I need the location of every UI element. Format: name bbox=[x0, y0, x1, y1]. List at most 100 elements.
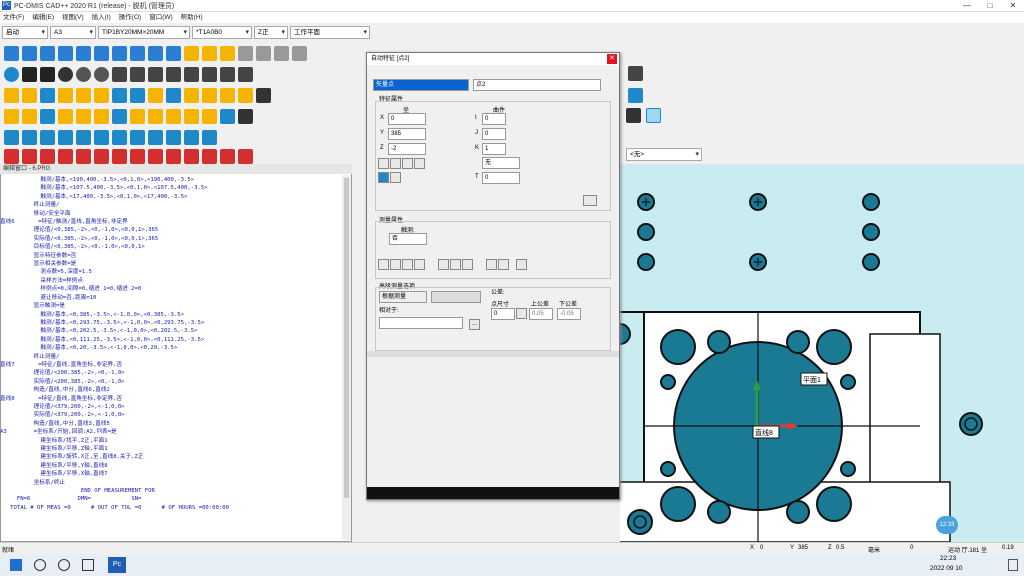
auto-notch-icon[interactable] bbox=[202, 108, 217, 124]
close-button[interactable]: ✕ bbox=[1002, 0, 1024, 12]
angle-point-icon[interactable] bbox=[220, 87, 235, 103]
code-line[interactable]: 构造/直线,中分,直线3,直线5 bbox=[0, 420, 342, 428]
construct-slot-icon[interactable] bbox=[112, 129, 127, 145]
pcdmis-taskbar-icon[interactable]: Pc bbox=[108, 557, 126, 573]
measure-opt-3-icon[interactable] bbox=[402, 259, 413, 270]
menu-view[interactable]: 视图(V) bbox=[62, 12, 84, 23]
code-line[interactable]: 理论值/<200,385,-2>,<0,-1,0> bbox=[0, 369, 342, 377]
code-line[interactable]: 建坐标系/平移,Z轴,平面1 bbox=[0, 445, 342, 453]
circle-icon[interactable] bbox=[58, 87, 73, 103]
feature-id-field[interactable]: 点2 bbox=[473, 79, 601, 91]
auto-line-icon[interactable] bbox=[22, 108, 37, 124]
code-line[interactable]: 终止测量/ bbox=[0, 201, 342, 209]
dimension-profile-icon[interactable] bbox=[202, 148, 217, 164]
execute-icon[interactable] bbox=[4, 66, 19, 82]
grid-icon[interactable] bbox=[166, 66, 181, 82]
cylinder-feature-icon[interactable] bbox=[94, 87, 109, 103]
dimension-straightness-icon[interactable] bbox=[148, 148, 163, 164]
code-line[interactable]: 建坐标系/平移,Y轴,直线8 bbox=[0, 462, 342, 470]
auto-circle-icon[interactable] bbox=[58, 108, 73, 124]
menu-help[interactable]: 帮助(H) bbox=[181, 12, 203, 23]
j-field[interactable]: 0 bbox=[482, 128, 506, 140]
feature-type-combo[interactable]: 矢量点 bbox=[373, 79, 469, 91]
next-icon[interactable] bbox=[94, 66, 109, 82]
code-line[interactable]: 构造/直线,中分,直线6,直线2 bbox=[0, 386, 342, 394]
code-line[interactable]: 触测/基本,<0,293.75,-3.5>,<-1,0,0>,<0,293.75… bbox=[0, 319, 342, 327]
probe-icon[interactable] bbox=[166, 45, 181, 61]
record-icon[interactable] bbox=[58, 66, 73, 82]
construct-cylinder-icon[interactable] bbox=[148, 129, 163, 145]
line-icon[interactable] bbox=[22, 87, 37, 103]
construct-plane-icon[interactable] bbox=[58, 129, 73, 145]
code-line[interactable]: 实际值/<0,385,-2>,<0,-1,0>,<0,0,1>,365 bbox=[0, 235, 342, 243]
code-line[interactable]: 显示相关参数=是 bbox=[0, 260, 342, 268]
edit-scrollbar-thumb[interactable] bbox=[344, 178, 349, 498]
cloud-point-icon[interactable] bbox=[238, 45, 253, 61]
save-icon[interactable] bbox=[22, 45, 37, 61]
construct-curve-icon[interactable] bbox=[202, 129, 217, 145]
measure-opt-10-icon[interactable] bbox=[516, 259, 527, 270]
point-icon[interactable] bbox=[4, 87, 19, 103]
surface-icon[interactable] bbox=[274, 45, 289, 61]
print-icon[interactable] bbox=[40, 45, 55, 61]
auto-polygon-icon[interactable] bbox=[184, 108, 199, 124]
stop-icon[interactable] bbox=[40, 66, 55, 82]
copy-icon[interactable] bbox=[220, 66, 235, 82]
read-point-icon[interactable] bbox=[378, 172, 389, 183]
construct-circle-icon[interactable] bbox=[40, 129, 55, 145]
measure-opt-4-icon[interactable] bbox=[414, 259, 425, 270]
tip-angle-combo[interactable]: *T1A0B0 bbox=[192, 26, 252, 39]
dimension-distance-icon[interactable] bbox=[40, 148, 55, 164]
open-icon[interactable] bbox=[4, 45, 19, 61]
browse-button[interactable]: ... bbox=[469, 319, 480, 330]
dimension-concentricity-icon[interactable] bbox=[76, 148, 91, 164]
relative-field[interactable] bbox=[379, 317, 463, 329]
t-field[interactable]: 0 bbox=[482, 172, 520, 184]
expand-button[interactable] bbox=[583, 195, 597, 206]
auto-sphere-icon[interactable] bbox=[112, 108, 127, 124]
code-line[interactable]: 测点数=5,深度=1.5 bbox=[0, 268, 342, 276]
menu-window[interactable]: 窗口(W) bbox=[149, 12, 172, 23]
surface-point-icon[interactable] bbox=[184, 87, 199, 103]
code-line[interactable]: 实际值/<200,385,-2>,<0,-1,0> bbox=[0, 378, 342, 386]
cylinder-icon[interactable] bbox=[202, 45, 217, 61]
flip-icon[interactable] bbox=[414, 158, 425, 169]
cut-icon[interactable] bbox=[202, 66, 217, 82]
construct-set-icon[interactable] bbox=[76, 129, 91, 145]
cone-icon[interactable] bbox=[220, 45, 235, 61]
workplane-combo[interactable]: 工作平面 bbox=[290, 26, 370, 39]
measure-opt-8-icon[interactable] bbox=[486, 259, 497, 270]
code-line[interactable]: 建坐标系/旋转,X正,至,直线8,关于,Z正 bbox=[0, 453, 342, 461]
construct-ellipse-icon[interactable] bbox=[94, 129, 109, 145]
task-view-icon[interactable] bbox=[82, 559, 94, 571]
vector-combo[interactable]: 无 bbox=[482, 157, 520, 169]
right-toolbar-active-icon[interactable] bbox=[646, 108, 661, 123]
auto-square-icon[interactable] bbox=[94, 108, 109, 124]
x-field[interactable]: 0 bbox=[388, 113, 426, 125]
code-line[interactable]: 移动/安全平面 bbox=[0, 210, 342, 218]
construct-sphere-icon[interactable] bbox=[184, 129, 199, 145]
code-line[interactable]: 终止测量/ bbox=[0, 353, 342, 361]
dimension-keyin-icon[interactable] bbox=[238, 148, 253, 164]
upper-tol-field[interactable]: 0.05 bbox=[529, 308, 553, 320]
auto-plane-icon[interactable] bbox=[40, 108, 55, 124]
measure-opt-7-icon[interactable] bbox=[462, 259, 473, 270]
dimension-angle-icon[interactable] bbox=[58, 148, 73, 164]
code-line[interactable]: 触测/基本,<0,20,-3.5>,<-1,0,0>,<0,20,-3.5> bbox=[0, 344, 342, 352]
edge-point-icon[interactable] bbox=[202, 87, 217, 103]
report-icon[interactable] bbox=[76, 45, 91, 61]
measure-opt-6-icon[interactable] bbox=[450, 259, 461, 270]
code-line[interactable]: 建坐标系/平移,X轴,直线7 bbox=[0, 470, 342, 478]
star-icon[interactable] bbox=[184, 45, 199, 61]
bookmark-icon[interactable] bbox=[112, 66, 127, 82]
slot-icon[interactable] bbox=[76, 87, 91, 103]
auto-edge-icon[interactable] bbox=[166, 108, 181, 124]
cad-view[interactable]: 平面1 直线8 12:33 bbox=[599, 164, 1024, 545]
auto-cylinder-icon[interactable] bbox=[130, 108, 145, 124]
menu-file[interactable]: 文件(F) bbox=[3, 12, 24, 23]
coordinate-system-combo[interactable]: <无> bbox=[626, 148, 702, 161]
touch-combo[interactable]: 否 bbox=[389, 233, 427, 245]
code-line[interactable]: 直线8 =特征/直线,直角坐标,非定界,否 bbox=[0, 395, 342, 403]
construct-line-icon[interactable] bbox=[22, 129, 37, 145]
code-line[interactable]: 理论值/<379,200,-2>,<-1,0,0> bbox=[0, 403, 342, 411]
